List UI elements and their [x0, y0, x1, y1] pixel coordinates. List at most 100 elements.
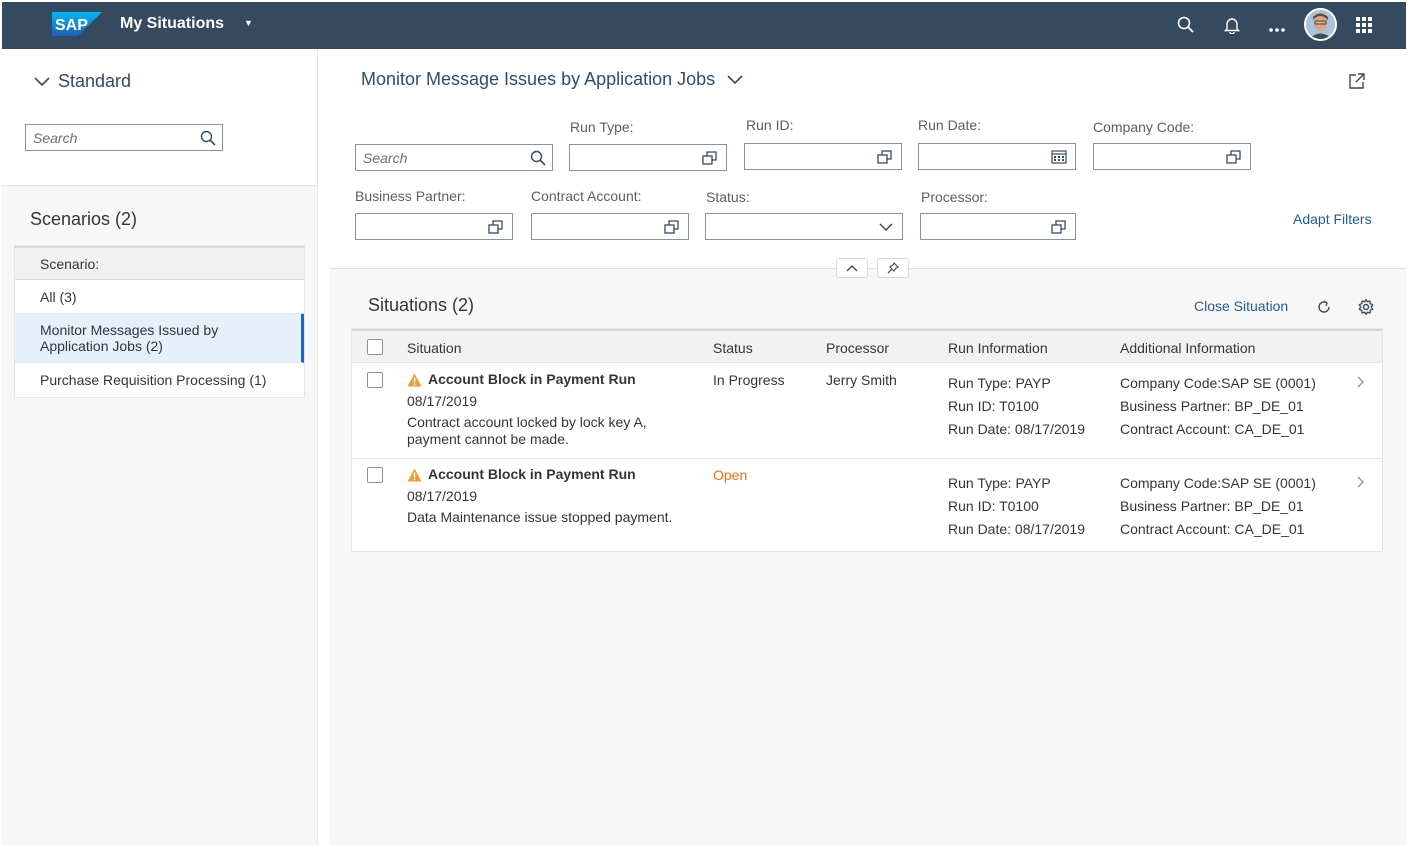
run-date-input[interactable] [918, 143, 1076, 170]
pin-icon [887, 262, 899, 274]
page-title[interactable]: Monitor Message Issues by Application Jo… [361, 69, 743, 90]
column-header-status[interactable]: Status [713, 340, 753, 356]
search-placeholder: Search [363, 149, 408, 166]
scenario-search-input[interactable]: Search [25, 124, 223, 151]
business-partner-value: Business Partner: BP_DE_01 [1120, 398, 1304, 414]
calendar-icon[interactable] [1051, 150, 1067, 164]
situation-name[interactable]: Account Block in Payment Run [428, 371, 636, 388]
value-help-icon[interactable] [1226, 150, 1242, 164]
company-code-input[interactable] [1093, 143, 1251, 170]
table-header: Situation Status Processor Run Informati… [352, 329, 1382, 363]
value-help-icon[interactable] [1051, 220, 1067, 234]
filter-bar-divider [330, 268, 1406, 269]
variant-label: Standard [58, 71, 132, 91]
close-situation-button[interactable]: Close Situation [1194, 298, 1288, 314]
app-title[interactable]: My Situations [120, 15, 224, 33]
notifications-bell-icon[interactable] [1221, 14, 1243, 36]
value-help-icon[interactable] [877, 150, 893, 164]
run-date-value: Run Date: 08/17/2019 [948, 421, 1085, 437]
value-help-icon[interactable] [488, 220, 504, 234]
warning-icon [407, 373, 422, 386]
scenario-list: Scenario: All (3) Monitor Messages Issue… [14, 245, 305, 398]
status-text: In Progress [713, 372, 785, 388]
search-placeholder: Search [33, 129, 78, 146]
processor-text: Jerry Smith [826, 372, 897, 388]
company-code-label: Company Code: [1093, 119, 1195, 135]
scenarios-title: Scenarios (2) [30, 209, 138, 229]
app-launcher-grid-icon[interactable] [1353, 14, 1375, 36]
chevron-right-icon[interactable] [1355, 475, 1365, 489]
scenario-list-header: Scenario: [15, 246, 304, 280]
scenario-item-label: Purchase Requisition Processing (1) [40, 372, 267, 388]
column-header-run-info[interactable]: Run Information [948, 340, 1048, 356]
collapse-filters-button[interactable] [836, 258, 868, 278]
run-date-value: Run Date: 08/17/2019 [948, 521, 1085, 537]
chevron-down-icon[interactable] [878, 220, 894, 234]
status-label: Status: [706, 189, 750, 205]
column-header-situation[interactable]: Situation [407, 340, 461, 356]
situation-date: 08/17/2019 [407, 488, 478, 504]
business-partner-value: Business Partner: BP_DE_01 [1120, 498, 1304, 514]
chevron-up-icon [846, 265, 858, 272]
run-id-value: Run ID: T0100 [948, 498, 1039, 514]
search-icon[interactable] [200, 130, 216, 146]
page-title-text: Monitor Message Issues by Application Jo… [361, 69, 716, 89]
situation-description: Data Maintenance issue stopped payment. [407, 509, 673, 525]
svg-text:SAP: SAP [55, 17, 88, 34]
run-type-value: Run Type: PAYP [948, 375, 1051, 391]
run-id-value: Run ID: T0100 [948, 398, 1039, 414]
select-all-checkbox[interactable] [367, 339, 383, 355]
situation-name[interactable]: Account Block in Payment Run [428, 466, 636, 483]
situations-title: Situations (2) [368, 295, 475, 315]
column-header-processor[interactable]: Processor [826, 340, 889, 356]
more-options-icon[interactable] [1266, 18, 1288, 40]
shell-bar: SAP My Situations ▼ [2, 2, 1406, 49]
run-id-label: Run ID: [746, 117, 794, 133]
app-menu-caret-icon[interactable]: ▼ [244, 18, 253, 28]
run-date-label: Run Date: [918, 117, 982, 133]
search-icon[interactable] [1175, 14, 1197, 36]
scenario-item-purchase-requisition[interactable]: Purchase Requisition Processing (1) [15, 363, 304, 397]
scenario-item-all[interactable]: All (3) [15, 280, 304, 314]
run-type-value: Run Type: PAYP [948, 475, 1051, 491]
contract-account-label: Contract Account: [531, 188, 642, 204]
processor-input[interactable] [920, 213, 1076, 240]
value-help-icon[interactable] [664, 220, 680, 234]
contract-account-value: Contract Account: CA_DE_01 [1120, 521, 1305, 537]
user-avatar[interactable] [1304, 8, 1337, 41]
business-partner-input[interactable] [355, 213, 513, 240]
row-checkbox[interactable] [367, 372, 383, 388]
refresh-icon[interactable] [1315, 298, 1333, 316]
search-icon[interactable] [530, 150, 546, 166]
variant-selector[interactable]: Standard [34, 71, 131, 92]
contract-account-input[interactable] [531, 213, 689, 240]
run-type-label: Run Type: [570, 119, 634, 135]
table-row[interactable]: Account Block in Payment Run 08/17/2019 … [352, 459, 1382, 552]
situation-date: 08/17/2019 [407, 393, 478, 409]
scenario-item-label: All (3) [40, 288, 77, 305]
company-code-value: Company Code:SAP SE (0001) [1120, 475, 1316, 491]
processor-label: Processor: [921, 189, 988, 205]
adapt-filters-link[interactable]: Adapt Filters [1293, 211, 1372, 227]
pin-filters-button[interactable] [877, 258, 909, 278]
run-id-input[interactable] [744, 143, 902, 170]
situation-description: Contract account locked by lock key A, p… [407, 414, 647, 447]
table-row[interactable]: Account Block in Payment Run 08/17/2019 … [352, 363, 1382, 459]
filter-search-input[interactable]: Search [355, 144, 553, 171]
scenario-item-monitor-messages[interactable]: Monitor Messages Issued by Application J… [15, 314, 304, 363]
status-text: Open [713, 467, 748, 483]
left-panel: Standard Search Scenarios (2) Scenario: … [2, 49, 318, 845]
business-partner-label: Business Partner: [355, 188, 466, 204]
column-header-additional-info[interactable]: Additional Information [1120, 340, 1255, 356]
row-checkbox[interactable] [367, 467, 383, 483]
sap-logo[interactable]: SAP [52, 12, 102, 36]
contract-account-value: Contract Account: CA_DE_01 [1120, 421, 1305, 437]
settings-gear-icon[interactable] [1357, 298, 1375, 316]
chevron-right-icon[interactable] [1355, 375, 1365, 389]
status-select[interactable] [705, 213, 903, 240]
share-icon[interactable] [1348, 72, 1366, 90]
chevron-down-icon [34, 76, 50, 86]
value-help-icon[interactable] [702, 151, 718, 165]
run-type-input[interactable] [569, 144, 727, 171]
left-panel-header: Standard Search [2, 49, 317, 186]
